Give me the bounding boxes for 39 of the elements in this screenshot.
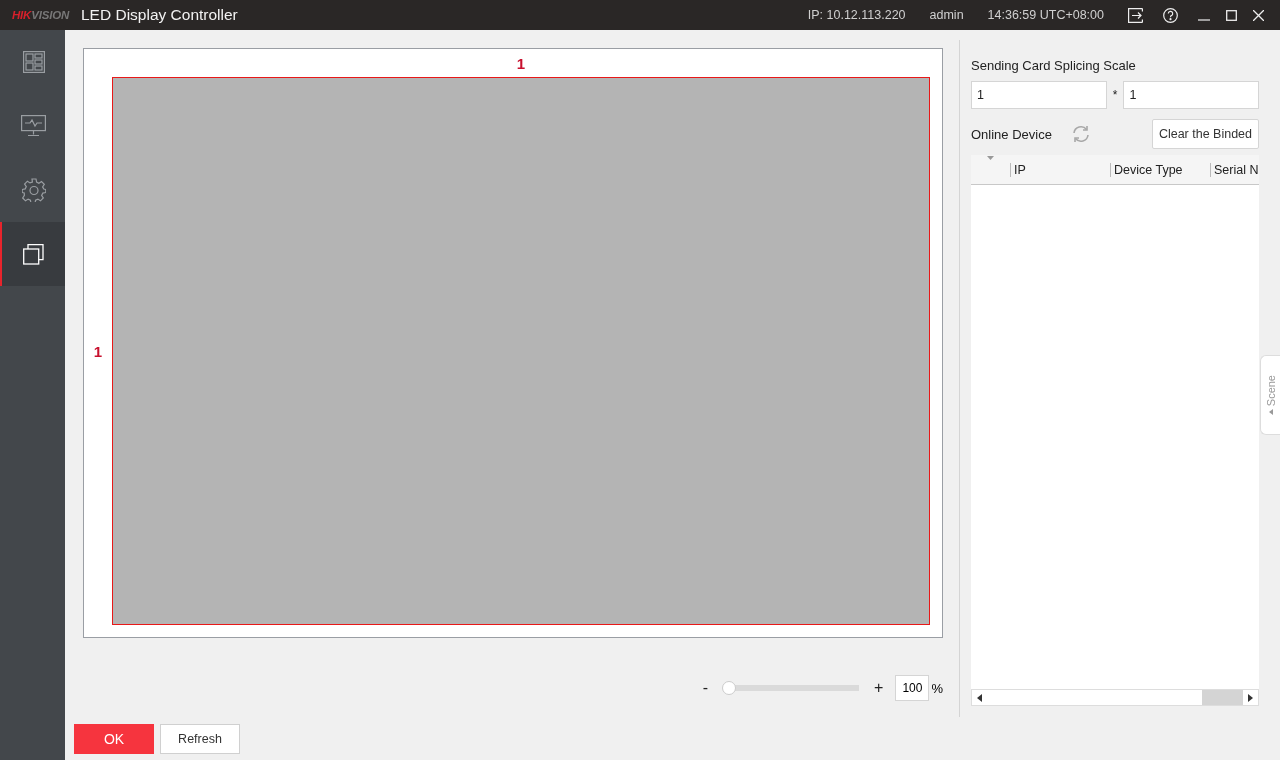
window-title: LED Display Controller [81,6,238,24]
column-number: 1 [515,53,527,74]
layout-grid-icon [22,51,45,73]
brand-logo: HIKVISION [12,9,69,21]
clear-binded-button[interactable]: Clear the Binded [1151,119,1259,149]
rows-input[interactable]: 1 [1123,81,1259,109]
overlapping-squares-icon [23,243,44,265]
monitor-icon [21,115,46,137]
clock-time: 14:36:59 UTC+08:00 [987,8,1104,22]
refresh-button[interactable]: Refresh [160,724,240,754]
ok-button[interactable]: OK [74,724,154,754]
user-name: admin [929,8,964,22]
caret-icon [1268,409,1273,416]
gear-icon [21,178,46,202]
sidebar-item[interactable] [0,222,65,286]
help-icon[interactable] [1163,7,1178,23]
maximize-icon[interactable] [1226,9,1237,21]
scroll-right-icon[interactable] [1248,693,1253,702]
horizontal-scrollbar[interactable] [971,689,1259,706]
row-number: 1 [92,341,104,362]
column-header[interactable]: Serial N [1210,162,1259,177]
percent-unit: % [931,680,943,696]
section-title: Sending Card Splicing Scale [971,58,1137,73]
scrollbar-thumb[interactable] [1202,690,1243,705]
refresh-icon[interactable] [1071,125,1090,143]
sort-arrow-icon[interactable] [987,156,994,160]
column-header[interactable]: IP [1010,162,1110,177]
zoom-in-button[interactable]: + [874,679,884,697]
columns-input[interactable]: 1 [971,81,1107,109]
ip-address: IP: 10.12.113.220 [807,8,906,22]
section-title: Online Device [971,126,1052,142]
slider-thumb[interactable] [722,681,737,695]
zoom-input[interactable]: 100 [895,675,930,701]
logout-icon[interactable] [1128,7,1143,23]
column-header[interactable]: Device Type [1110,162,1210,177]
scroll-left-icon[interactable] [977,693,982,702]
multiply-sign: * [1111,88,1119,102]
close-icon[interactable] [1253,9,1264,21]
zoom-out-button[interactable]: - [702,679,709,697]
